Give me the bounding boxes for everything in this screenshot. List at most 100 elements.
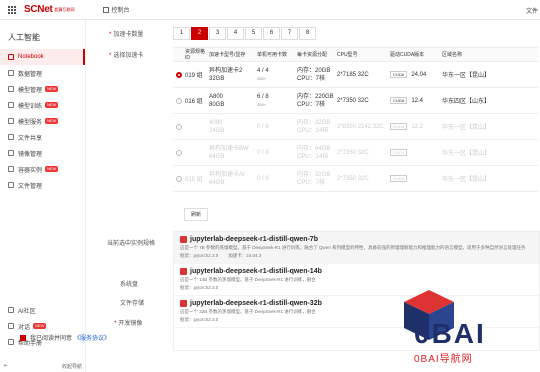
card-memory: 64GB bbox=[209, 179, 225, 186]
accel-count-option[interactable]: 3 bbox=[209, 27, 226, 40]
sidebar-item-1[interactable]: 数据管理 bbox=[0, 65, 85, 81]
cpu-model: 2*7350 32C bbox=[337, 97, 369, 104]
sidebar-bottom-item-1[interactable]: 对话 NEW bbox=[0, 318, 86, 334]
card-memory: 32GB bbox=[209, 75, 225, 82]
alloc-cell: 内存：220GB CPU：7核 bbox=[297, 93, 337, 109]
card-memory: 24GB bbox=[209, 127, 225, 134]
collapse-nav[interactable]: ⇤ 收起导航 bbox=[4, 363, 82, 370]
spec-id: 015 组 bbox=[185, 177, 203, 183]
collapse-label: 收起导航 bbox=[61, 364, 82, 370]
table-header-cell: 加速卡型号/显存 bbox=[209, 51, 246, 58]
accel-count-option[interactable]: 6 bbox=[263, 27, 280, 40]
sidebar-item-label: AI社区 bbox=[18, 308, 36, 315]
app-grid-icon[interactable] bbox=[8, 5, 16, 14]
avail-sub: 200+ bbox=[257, 101, 267, 107]
alloc-cell: 内存：20GB CPU：7核 bbox=[297, 67, 337, 83]
image-spec-label: 当前选中实例规格 bbox=[107, 241, 156, 247]
sidebar-item-label: Notebook bbox=[18, 54, 44, 60]
cuda-cell: CUDA 12.2 bbox=[390, 122, 442, 130]
alloc-cell: 内存：32GB CPU：7核 bbox=[297, 171, 337, 187]
cpu-model: 2*7185 32C bbox=[337, 71, 369, 78]
table-row: 4090 24GB 0 / 8 内存：32GB CPU：14核 2*8350 2142.3… bbox=[173, 114, 538, 140]
image-item[interactable]: jupyterlab-deepseek-r1-distill-qwen-7b 这是… bbox=[174, 232, 539, 264]
radio-cell bbox=[173, 149, 185, 156]
new-badge: NEW bbox=[45, 118, 59, 124]
cpu-model: 2*7350 32C bbox=[337, 149, 369, 156]
avail-cell: 0 / 8 bbox=[257, 149, 297, 157]
image-meta: 框架：pytorch2.3.0 加速卡：24.04.3 bbox=[180, 253, 533, 259]
logo[interactable]: SCNet bbox=[24, 4, 53, 15]
dev-image-label: * 开发镜像 bbox=[114, 321, 143, 327]
train-icon bbox=[8, 102, 14, 108]
sidebar-bottom-item-0[interactable]: AI社区 bbox=[0, 302, 86, 318]
resource-table: 资源规格ID 加速卡型号/显存 单机可用卡数 每卡资源分配 CPU型号 驱动CUDA版本 区… bbox=[173, 47, 538, 192]
sidebar-item-3[interactable]: 模型训练 NEW bbox=[0, 97, 85, 113]
sidebar-item-4[interactable]: 模型服务 NEW bbox=[0, 113, 85, 129]
chat-icon bbox=[8, 323, 14, 329]
region-name: 华东一区【昆山】 bbox=[442, 125, 491, 131]
alloc-memory: 内存：220GB bbox=[297, 93, 334, 100]
file-icon bbox=[8, 182, 14, 188]
topbar-right-text[interactable]: 文件 bbox=[526, 6, 538, 15]
image-title-row: jupyterlab-deepseek-r1-distill-qwen-14b bbox=[180, 268, 533, 275]
card-memory: 80GB bbox=[209, 101, 225, 108]
avail-cell: 0 / 8 bbox=[257, 123, 297, 131]
accel-count-option[interactable]: 8 bbox=[299, 27, 316, 40]
cuda-tag: CUDA bbox=[390, 96, 408, 104]
select-card-label: * 选择加速卡 bbox=[109, 53, 144, 59]
image-title: jupyterlab-deepseek-r1-distill-qwen-7b bbox=[190, 236, 318, 243]
row-radio[interactable] bbox=[176, 71, 182, 78]
sidebar-item-label: 模型服务 bbox=[18, 119, 43, 126]
sidebar-item-0[interactable]: Notebook bbox=[0, 49, 85, 65]
card-memory: 64GB bbox=[209, 153, 225, 160]
cuda-version: 12.2 bbox=[411, 123, 424, 130]
home-icon bbox=[102, 6, 109, 13]
avail-cell: 0 / 8 bbox=[257, 175, 297, 183]
alloc-cell: 内存：64GB CPU：14核 bbox=[297, 145, 337, 161]
image-item[interactable]: jupyterlab-deepseek-r1-distill-qwen-14b 这… bbox=[174, 264, 539, 296]
service-agreement-link[interactable]: 《服务协议》 bbox=[74, 333, 110, 342]
model-icon bbox=[8, 86, 14, 92]
console-link[interactable]: 控制台 bbox=[102, 5, 130, 14]
table-header-cell: 单机可用卡数 bbox=[257, 51, 288, 58]
accel-count-option[interactable]: 4 bbox=[227, 27, 244, 40]
accel-count-option[interactable]: 5 bbox=[245, 27, 262, 40]
image-title-row: jupyterlab-deepseek-r1-distill-qwen-32b bbox=[180, 300, 533, 307]
sidebar-item-label: 文件管理 bbox=[18, 183, 43, 190]
card-cell: 异构加速卡BW 64GB bbox=[209, 145, 257, 161]
image-framework: 框架：pytorch2.3.0 bbox=[180, 317, 219, 322]
sidebar-item-label: 文件共享 bbox=[18, 135, 43, 142]
new-badge: NEW bbox=[45, 166, 59, 172]
console-label: 控制台 bbox=[111, 8, 130, 14]
agree-checkbox[interactable] bbox=[20, 334, 26, 341]
refresh-button[interactable]: 刷新 bbox=[184, 208, 209, 221]
watermark-subtext: 0BAI导航网 bbox=[414, 354, 473, 365]
alloc-cpu: CPU：7核 bbox=[297, 101, 326, 108]
sidebar-item-2[interactable]: 模型管理 NEW bbox=[0, 81, 85, 97]
row-radio bbox=[176, 123, 182, 130]
table-row[interactable]: 016 组 A800 80GB 6 / 8 200+ 内存：220GB CPU：7核 2*73… bbox=[173, 88, 538, 114]
row-radio bbox=[176, 149, 182, 156]
alloc-cpu: CPU：14核 bbox=[297, 153, 329, 160]
sidebar-item-8[interactable]: 文件管理 bbox=[0, 177, 85, 193]
radio-cell bbox=[173, 175, 185, 182]
table-header-cell: 每卡资源分配 bbox=[297, 51, 328, 58]
image-title-row: jupyterlab-deepseek-r1-distill-qwen-7b bbox=[180, 236, 533, 243]
accel-count-option[interactable]: 2 bbox=[191, 27, 208, 40]
row-radio[interactable] bbox=[176, 97, 182, 104]
sidebar-item-label: 模型管理 bbox=[18, 87, 43, 94]
sidebar-item-5[interactable]: 文件共享 bbox=[0, 129, 85, 145]
image-icon bbox=[8, 150, 14, 156]
sidebar-item-7[interactable]: 容器实例 NEW bbox=[0, 161, 85, 177]
avail-cards: 0 / 8 bbox=[257, 175, 269, 182]
card-cell: A800 80GB bbox=[209, 93, 257, 109]
sidebar-item-6[interactable]: 镜像管理 bbox=[0, 145, 85, 161]
radio-cell bbox=[173, 97, 185, 104]
table-header-cell: 资源规格ID bbox=[185, 49, 206, 61]
table-row[interactable]: 019 组异构加速卡2 32GB 4 / 4 200+ 内存：20GB CPU：7核 2*7… bbox=[173, 62, 538, 88]
accel-count-option[interactable]: 1 bbox=[173, 27, 190, 40]
cuda-version: 24.04 bbox=[411, 71, 427, 78]
accel-count-option[interactable]: 7 bbox=[281, 27, 298, 40]
avail-cards: 4 / 4 bbox=[257, 67, 269, 74]
new-badge: NEW bbox=[45, 102, 59, 108]
